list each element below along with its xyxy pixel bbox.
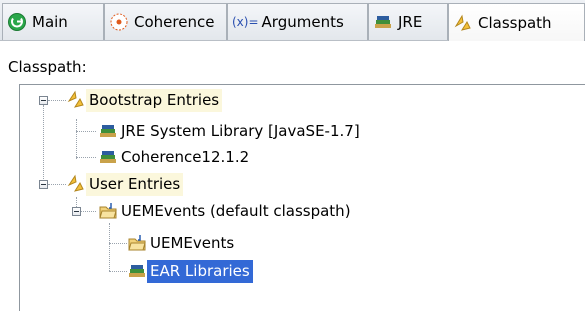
tree-item-label: Coherence12.1.2 [121, 147, 250, 166]
project-folder-icon [128, 235, 146, 251]
tree-connector [48, 184, 66, 185]
arguments-icon: (x)= [232, 15, 259, 29]
tree-item-label: EAR Libraries [147, 259, 253, 283]
tree-item-ear-libraries[interactable]: EAR Libraries [127, 258, 253, 284]
tree-item-coherence-library[interactable]: Coherence12.1.2 [98, 144, 252, 170]
collapse-toggle[interactable] [72, 207, 81, 216]
tree-item-label: UEMEvents [150, 233, 235, 252]
library-icon [100, 125, 116, 137]
tree-connector [76, 157, 96, 158]
coherence-icon [110, 13, 128, 31]
tab-coherence[interactable]: Coherence [104, 3, 227, 40]
collapse-toggle[interactable] [39, 96, 48, 105]
tab-main[interactable]: Main [2, 3, 104, 40]
classpath-category-icon [67, 174, 84, 192]
tree-item-label: User Entries [86, 172, 184, 196]
tree-item-label: Bootstrap Entries [86, 88, 223, 112]
classpath-tree[interactable]: Bootstrap Entries JRE System Library [Ja… [19, 84, 585, 311]
tab-jre[interactable]: JRE [368, 3, 448, 40]
library-icon [129, 265, 145, 277]
tree-item-uemevents[interactable]: UEMEvents [127, 230, 237, 256]
collapse-toggle[interactable] [39, 180, 48, 189]
tree-connector [43, 105, 44, 185]
tree-item-jre-system-library[interactable]: JRE System Library [JavaSE-1.7] [98, 118, 363, 144]
tree-connector [109, 271, 127, 272]
tree-connector [109, 243, 127, 244]
classpath-category-icon [67, 90, 84, 108]
tab-arguments[interactable]: (x)= Arguments [227, 3, 368, 40]
classpath-icon [454, 14, 471, 31]
tree-connector [76, 119, 77, 159]
tree-item-bootstrap-entries[interactable]: Bootstrap Entries [66, 87, 223, 113]
tab-label: JRE [398, 13, 423, 31]
project-folder-icon [99, 203, 117, 219]
tree-connector [48, 100, 66, 101]
library-icon [100, 151, 116, 163]
classpath-label: Classpath: [8, 58, 87, 76]
tab-label: Arguments [261, 13, 344, 31]
tree-item-label: UEMEvents (default classpath) [121, 201, 351, 220]
jre-library-icon [375, 16, 391, 28]
main-run-icon [8, 13, 26, 31]
tree-connector [76, 131, 96, 132]
tab-label: Main [32, 13, 68, 31]
tab-label: Classpath [478, 13, 552, 32]
tab-classpath[interactable]: Classpath [448, 3, 585, 41]
tab-label: Coherence [134, 13, 215, 31]
launch-config-tabs: Main Coherence (x)= Arguments JRE Classp… [0, 0, 585, 41]
tree-item-user-entries[interactable]: User Entries [66, 171, 184, 197]
tree-connector [109, 223, 110, 271]
tree-item-uemevents-default[interactable]: UEMEvents (default classpath) [98, 198, 354, 224]
tree-item-label: JRE System Library [JavaSE-1.7] [121, 121, 360, 140]
